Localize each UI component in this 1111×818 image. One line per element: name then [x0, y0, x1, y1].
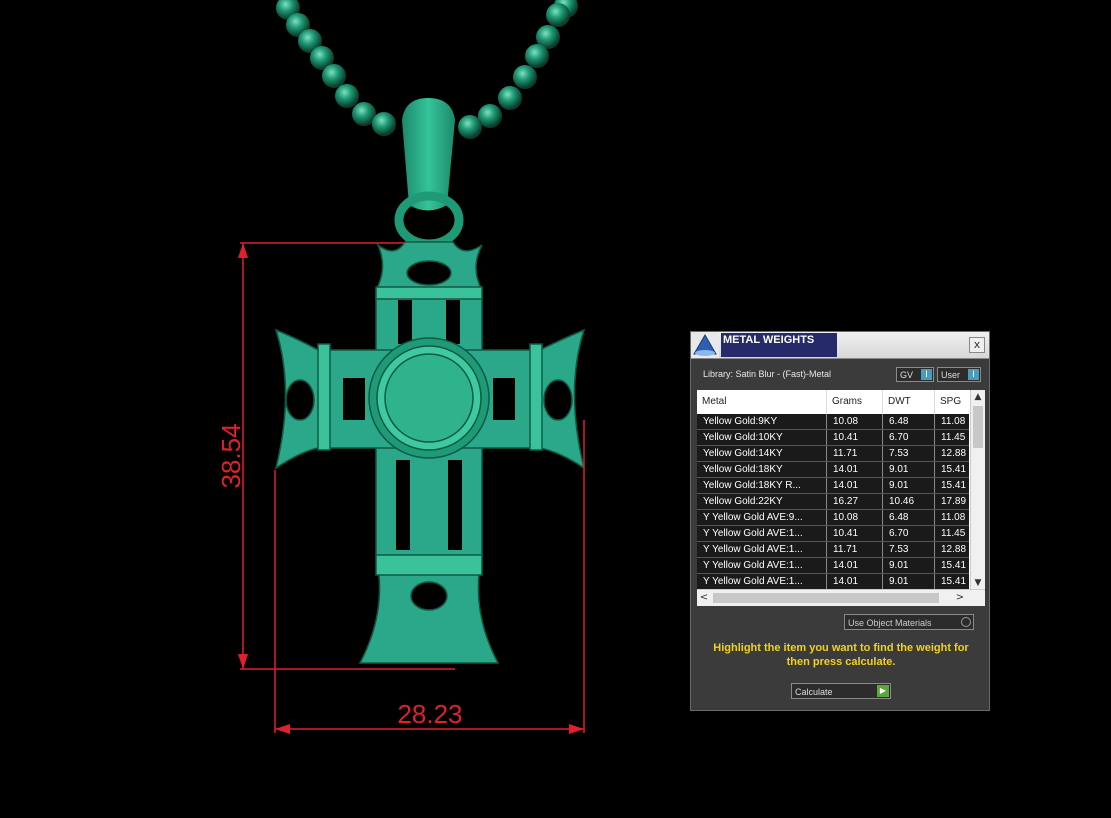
grams-cell: 16.27	[827, 494, 883, 509]
height-dimension-label: 38.54	[216, 423, 246, 488]
gv-toggle[interactable]: GV I	[896, 367, 934, 382]
toggle-knob-icon: I	[921, 369, 932, 380]
grams-cell: 10.08	[827, 510, 883, 525]
spg-cell: 11.45	[935, 526, 975, 541]
column-header-grams[interactable]: Grams	[827, 390, 883, 414]
spg-cell: 11.45	[935, 430, 975, 445]
table-row[interactable]: Y Yellow Gold AVE:1... 11.71 7.53 12.88	[697, 542, 975, 558]
radio-icon	[961, 617, 971, 627]
metal-cell: Yellow Gold:18KY R...	[697, 478, 827, 493]
dwt-cell: 6.70	[883, 526, 935, 541]
dwt-cell: 9.01	[883, 462, 935, 477]
scroll-left-icon[interactable]: <	[697, 590, 711, 606]
grams-cell: 14.01	[827, 478, 883, 493]
grams-cell: 10.08	[827, 414, 883, 429]
calculate-label: Calculate	[795, 687, 833, 697]
cross-body	[274, 241, 586, 664]
dwt-cell: 6.48	[883, 510, 935, 525]
table-row[interactable]: Yellow Gold:10KY 10.41 6.70 11.45	[697, 430, 975, 446]
scroll-up-icon[interactable]: ▲	[971, 390, 985, 404]
grams-cell: 14.01	[827, 574, 883, 589]
play-icon: ▶	[877, 685, 889, 697]
horizontal-scrollbar[interactable]: < >	[697, 589, 985, 606]
column-header-spg[interactable]: SPG	[935, 390, 975, 414]
metal-cell: Yellow Gold:22KY	[697, 494, 827, 509]
spg-cell: 15.41	[935, 462, 975, 477]
library-label: Library: Satin Blur - (Fast)-Metal	[703, 369, 832, 379]
spg-cell: 17.89	[935, 494, 975, 509]
grams-cell: 10.41	[827, 526, 883, 541]
use-object-materials-button[interactable]: Use Object Materials	[844, 614, 974, 630]
dwt-cell: 9.01	[883, 574, 935, 589]
metal-cell: Y Yellow Gold AVE:1...	[697, 574, 827, 589]
scroll-right-icon[interactable]: >	[953, 590, 967, 606]
table-row[interactable]: Yellow Gold:18KY R... 14.01 9.01 15.41	[697, 478, 975, 494]
table-row[interactable]: Y Yellow Gold AVE:1... 10.41 6.70 11.45	[697, 526, 975, 542]
table-row[interactable]: Y Yellow Gold AVE:9... 10.08 6.48 11.08	[697, 510, 975, 526]
toggle-knob-icon: I	[968, 369, 979, 380]
grams-cell: 11.71	[827, 446, 883, 461]
metal-cell: Y Yellow Gold AVE:1...	[697, 526, 827, 541]
table-body: Yellow Gold:9KY 10.08 6.48 11.08 Yellow Gol…	[697, 414, 975, 590]
app-logo-icon	[691, 332, 719, 358]
width-dimension-label: 28.23	[397, 699, 462, 729]
close-icon[interactable]: x	[969, 337, 985, 353]
pendant-bail	[394, 98, 464, 249]
spg-cell: 11.08	[935, 414, 975, 429]
calculate-button[interactable]: Calculate ▶	[791, 683, 891, 699]
help-text: Highlight the item you want to find the …	[713, 642, 969, 668]
scroll-down-icon[interactable]: ▼	[971, 576, 985, 590]
vertical-scrollbar[interactable]: ▲ ▼	[970, 390, 985, 590]
dwt-cell: 10.46	[883, 494, 935, 509]
use-object-materials-label: Use Object Materials	[848, 618, 932, 628]
horizontal-scroll-thumb[interactable]	[713, 593, 939, 603]
table-row[interactable]: Y Yellow Gold AVE:1... 14.01 9.01 15.41	[697, 558, 975, 574]
grams-cell: 10.41	[827, 430, 883, 445]
spg-cell: 15.41	[935, 574, 975, 589]
metal-cell: Y Yellow Gold AVE:1...	[697, 542, 827, 557]
spg-cell: 12.88	[935, 542, 975, 557]
spg-cell: 12.88	[935, 446, 975, 461]
metal-weights-panel: METAL WEIGHTS x Library: Satin Blur - (F…	[690, 331, 990, 711]
dwt-cell: 9.01	[883, 558, 935, 573]
dwt-cell: 6.70	[883, 430, 935, 445]
spg-cell: 11.08	[935, 510, 975, 525]
metal-cell: Y Yellow Gold AVE:9...	[697, 510, 827, 525]
grams-cell: 11.71	[827, 542, 883, 557]
metal-cell: Yellow Gold:18KY	[697, 462, 827, 477]
table-row[interactable]: Yellow Gold:9KY 10.08 6.48 11.08	[697, 414, 975, 430]
table-row[interactable]: Yellow Gold:18KY 14.01 9.01 15.41	[697, 462, 975, 478]
user-toggle-label: User	[941, 370, 961, 380]
dwt-cell: 7.53	[883, 446, 935, 461]
column-header-metal[interactable]: Metal	[697, 390, 827, 414]
user-toggle[interactable]: User I	[937, 367, 981, 382]
spg-cell: 15.41	[935, 478, 975, 493]
metal-cell: Y Yellow Gold AVE:1...	[697, 558, 827, 573]
metal-cell: Yellow Gold:10KY	[697, 430, 827, 445]
spg-cell: 15.41	[935, 558, 975, 573]
panel-title: METAL WEIGHTS	[721, 333, 837, 357]
table-row[interactable]: Yellow Gold:22KY 16.27 10.46 17.89	[697, 494, 975, 510]
gv-toggle-label: GV	[900, 370, 914, 380]
table-row[interactable]: Yellow Gold:14KY 11.71 7.53 12.88	[697, 446, 975, 462]
metal-table: Metal Grams DWT SPG Yellow Gold:9KY 10.08…	[697, 390, 985, 606]
table-row[interactable]: Y Yellow Gold AVE:1... 14.01 9.01 15.41	[697, 574, 975, 590]
column-header-dwt[interactable]: DWT	[883, 390, 935, 414]
metal-cell: Yellow Gold:9KY	[697, 414, 827, 429]
dwt-cell: 7.53	[883, 542, 935, 557]
panel-header[interactable]: METAL WEIGHTS x	[691, 332, 989, 359]
grams-cell: 14.01	[827, 558, 883, 573]
vertical-scroll-thumb[interactable]	[973, 406, 983, 448]
dwt-cell: 9.01	[883, 478, 935, 493]
dwt-cell: 6.48	[883, 414, 935, 429]
grams-cell: 14.01	[827, 462, 883, 477]
metal-cell: Yellow Gold:14KY	[697, 446, 827, 461]
table-header: Metal Grams DWT SPG	[697, 390, 975, 414]
